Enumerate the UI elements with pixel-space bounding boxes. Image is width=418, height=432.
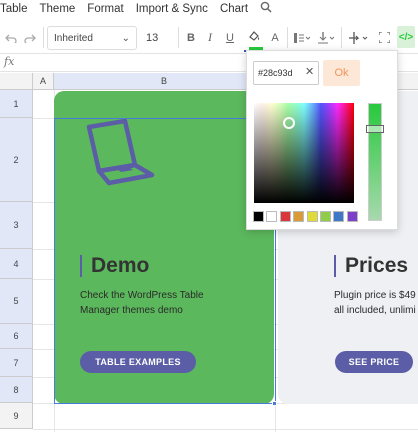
column-header-b[interactable]: B — [54, 73, 275, 90]
redo-icon[interactable] — [22, 21, 38, 54]
demo-card: Demo Check the WordPress Table Manager t… — [54, 91, 274, 404]
italic-button[interactable]: I — [203, 21, 217, 54]
menu-chart[interactable]: Chart — [220, 3, 248, 15]
font-family-value: Inherited — [54, 32, 93, 44]
menu-table[interactable]: Table — [0, 3, 28, 15]
swatch-blue[interactable] — [333, 211, 345, 222]
prices-title: Prices — [334, 255, 408, 277]
ok-button[interactable]: Ok — [323, 60, 360, 86]
demo-desc-line-2: Manager themes demo — [80, 305, 183, 316]
table-examples-button[interactable]: TABLE EXAMPLES — [80, 351, 196, 373]
prices-desc-line-2: all included, unlimi — [334, 305, 416, 316]
swatch-black[interactable] — [253, 211, 264, 222]
clear-icon[interactable]: ✕ — [305, 65, 314, 78]
prices-desc-line-1: Plugin price is $49 — [334, 290, 416, 301]
swatch-row — [253, 211, 360, 222]
font-size-input[interactable]: 13 — [146, 26, 174, 50]
menu-bar: Table Theme Format Import & Sync Chart — [0, 0, 418, 17]
row-header-6[interactable]: 6 — [0, 324, 33, 349]
column-header-a[interactable]: A — [33, 73, 54, 90]
code-icon[interactable]: </> — [397, 26, 415, 48]
row-header-4[interactable]: 4 — [0, 249, 33, 279]
demo-desc-line-1: Check the WordPress Table — [80, 290, 204, 301]
swatch-orange[interactable] — [293, 211, 305, 222]
see-price-button[interactable]: SEE PRICE — [335, 351, 413, 373]
prices-description: Plugin price is $49 all included, unlimi — [334, 288, 418, 318]
row-header-5[interactable]: 5 — [0, 279, 33, 324]
row-header-3[interactable]: 3 — [0, 202, 33, 249]
swatch-red[interactable] — [279, 211, 291, 222]
hue-slider-thumb[interactable] — [366, 125, 384, 133]
swatch-purple[interactable] — [346, 211, 358, 222]
font-family-select[interactable]: Inherited ⌄ — [47, 26, 137, 50]
swatch-white[interactable] — [266, 211, 278, 222]
color-picker-popup: #28c93d ✕ Ok — [246, 50, 398, 230]
fill-handle[interactable] — [272, 401, 277, 406]
corner-cell[interactable] — [0, 73, 33, 90]
menu-format[interactable]: Format — [87, 3, 123, 15]
swatch-light-green[interactable] — [319, 211, 331, 222]
chevron-down-icon: ⌄ — [121, 32, 130, 44]
row-header-9[interactable]: 9 — [0, 403, 33, 429]
fx-icon: fx — [4, 55, 15, 68]
row-header-8[interactable]: 8 — [0, 377, 33, 403]
bold-button[interactable]: B — [184, 21, 198, 54]
search-icon[interactable] — [260, 1, 272, 16]
row-header-7[interactable]: 7 — [0, 349, 33, 377]
menu-theme[interactable]: Theme — [40, 3, 76, 15]
swatch-yellow[interactable] — [306, 211, 318, 222]
row-header-1[interactable]: 1 — [0, 90, 33, 118]
underline-button[interactable]: U — [223, 21, 237, 54]
demo-description: Check the WordPress Table Manager themes… — [80, 288, 204, 318]
menu-import-sync[interactable]: Import & Sync — [136, 3, 208, 15]
hue-slider[interactable] — [368, 103, 382, 221]
saturation-cursor[interactable] — [283, 117, 295, 129]
undo-icon[interactable] — [3, 21, 19, 54]
saturation-area[interactable] — [254, 103, 354, 203]
demo-title: Demo — [80, 255, 149, 277]
row-header-2[interactable]: 2 — [0, 118, 33, 202]
laptop-icon — [86, 119, 155, 186]
